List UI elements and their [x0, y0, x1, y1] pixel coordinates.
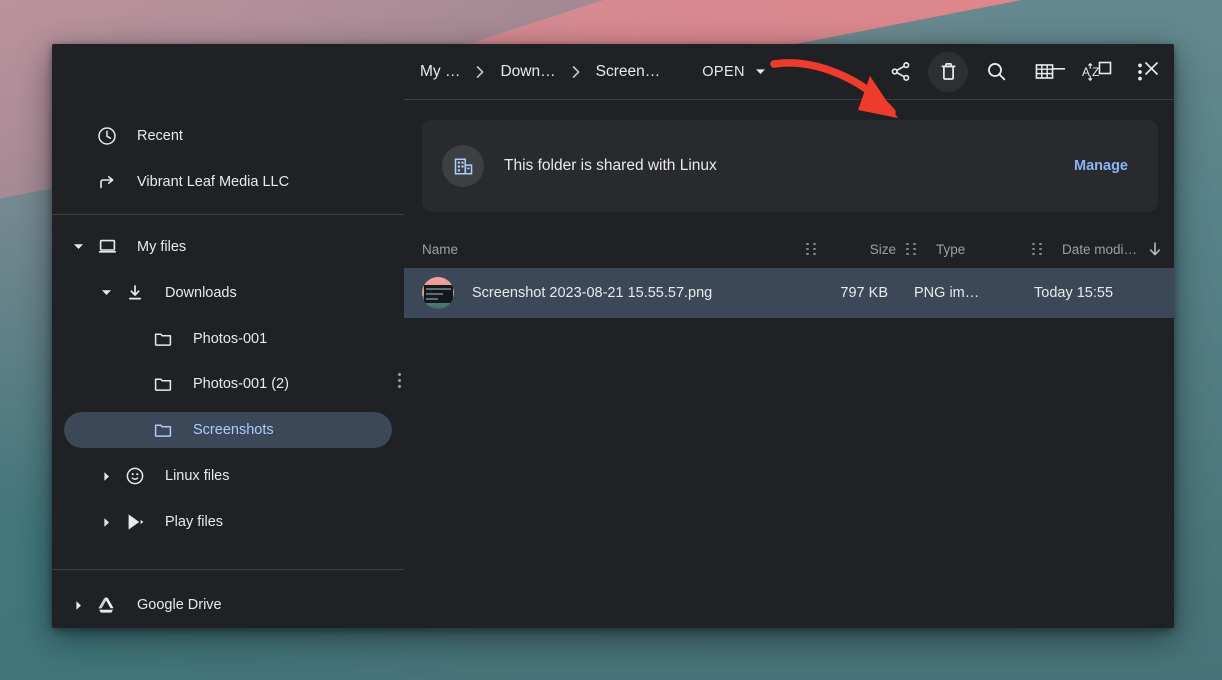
twisty-downloads[interactable] [92, 287, 120, 298]
sort-az-icon: A Z [1081, 63, 1099, 81]
grid-view-button[interactable] [1024, 52, 1064, 92]
sidebar-divider-top [52, 213, 404, 215]
sidebar-item-label: Downloads [165, 284, 237, 301]
google-drive-icon [92, 595, 122, 616]
twisty-google-drive[interactable] [64, 600, 92, 611]
sort-direction-indicator[interactable] [1142, 241, 1168, 257]
shared-arrow-icon [92, 172, 122, 192]
table-row[interactable]: Screenshot 2023-08-21 15.55.57.png 797 K… [404, 268, 1174, 318]
file-meta-cells: 797 KB PNG im… Today 15:55 [788, 285, 1168, 301]
breadcrumb-item-downloads[interactable]: Down… [492, 57, 563, 87]
column-header-date-modified[interactable]: Date modi… [1048, 242, 1142, 257]
sidebar-item-photos-001[interactable]: Photos-001 [64, 321, 392, 357]
enterprise-building-icon [442, 145, 484, 187]
folder-icon [148, 420, 178, 440]
grid-view-icon [1035, 64, 1053, 79]
file-name-cell: Screenshot 2023-08-21 15.55.57.png [472, 285, 713, 301]
file-thumbnail [422, 277, 454, 309]
more-options-button[interactable] [1120, 52, 1160, 92]
column-resize-handle-type[interactable] [1026, 242, 1048, 256]
open-button-label: OPEN [702, 63, 745, 80]
chevron-right-icon [103, 471, 109, 481]
chevron-down-icon [73, 244, 83, 250]
column-header-name[interactable]: Name [422, 242, 800, 257]
toolbar: My … Down… Screen… OPEN A Z [404, 44, 1174, 100]
chevron-right-icon [572, 65, 580, 78]
more-vert-icon [1138, 63, 1142, 80]
sidebar-item-vibrant-leaf-media[interactable]: Vibrant Leaf Media LLC [64, 164, 392, 200]
toolbar-icon-group: A Z [880, 51, 1166, 92]
sidebar-item-label: Google Drive [137, 597, 222, 614]
drag-dots-icon [906, 242, 916, 256]
clock-icon [92, 126, 122, 146]
sort-button[interactable]: A Z [1072, 52, 1112, 92]
arrow-down-icon [1149, 242, 1161, 256]
sidebar-item-label: My files [137, 238, 187, 255]
window-body: Recent Vibrant Leaf Media LLC My files D… [52, 51, 1174, 628]
file-size-cell: 797 KB [840, 285, 888, 301]
breadcrumb-item-screenshots[interactable]: Screen… [588, 57, 669, 87]
sidebar-item-my-files[interactable]: My files [64, 229, 392, 265]
sidebar-item-label: Photos-001 (2) [193, 376, 289, 393]
twisty-linux-files[interactable] [92, 471, 120, 482]
svg-text:A: A [1081, 65, 1089, 79]
folder-icon [148, 374, 178, 394]
breadcrumb-separator [468, 65, 492, 79]
chevron-down-icon [755, 69, 765, 74]
drag-dots-icon [1032, 242, 1042, 256]
chevron-right-icon [75, 600, 81, 610]
open-button[interactable]: OPEN [690, 57, 778, 87]
sidebar-item-label: Play files [165, 514, 224, 531]
column-resize-handle-name[interactable] [800, 242, 822, 256]
search-icon [987, 63, 1005, 81]
files-app-window: Recent Vibrant Leaf Media LLC My files D… [52, 44, 1174, 628]
column-resize-handle-size[interactable] [900, 242, 922, 256]
sidebar-item-google-drive[interactable]: Google Drive [64, 587, 392, 623]
sidebar-item-label: Screenshots [193, 422, 274, 439]
drag-dots-icon [806, 242, 816, 256]
play-store-icon [120, 512, 150, 532]
sidebar-item-downloads[interactable]: Downloads [64, 275, 392, 311]
sidebar-divider-bottom [52, 569, 404, 571]
manage-link[interactable]: Manage [1064, 150, 1138, 182]
breadcrumb: My … Down… Screen… [412, 57, 668, 87]
sidebar-item-photos-001-2[interactable]: Photos-001 (2) [64, 367, 392, 403]
search-button[interactable] [976, 52, 1016, 92]
column-header-size[interactable]: Size [822, 242, 900, 257]
sidebar-item-play-files[interactable]: Play files [64, 504, 392, 540]
breadcrumb-item-my-files[interactable]: My … [412, 57, 468, 87]
sidebar-item-screenshots[interactable]: Screenshots [64, 412, 392, 449]
sidebar-item-linux-files[interactable]: Linux files [64, 458, 392, 494]
folder-icon [148, 329, 178, 349]
linux-penguin-icon [120, 466, 150, 486]
twisty-my-files[interactable] [64, 241, 92, 252]
sidebar-item-label: Vibrant Leaf Media LLC [137, 173, 290, 190]
banner-message: This folder is shared with Linux [504, 157, 717, 174]
sidebar: Recent Vibrant Leaf Media LLC My files D… [52, 92, 410, 628]
breadcrumb-separator [564, 65, 588, 79]
file-list-header: Name Size Type Date modi… [404, 230, 1174, 268]
column-header-type[interactable]: Type [922, 242, 1026, 257]
svg-text:Z: Z [1092, 65, 1099, 79]
sidebar-item-label: Photos-001 [193, 330, 268, 347]
chevron-right-icon [477, 65, 484, 78]
chevron-down-icon [101, 290, 111, 296]
chevron-right-icon [103, 517, 109, 527]
download-icon [120, 283, 150, 303]
sidebar-item-label: Recent [137, 127, 183, 144]
move-to-trash-button[interactable] [928, 51, 968, 92]
content-area: This folder is shared with Linux Manage … [404, 100, 1174, 628]
shared-with-linux-banner: This folder is shared with Linux Manage [422, 120, 1158, 212]
file-type-cell: PNG im… [914, 285, 980, 301]
share-button[interactable] [880, 52, 920, 92]
trash-icon [941, 62, 955, 80]
sidebar-item-label: Linux files [165, 468, 230, 485]
twisty-play-files[interactable] [92, 517, 120, 528]
file-list: Name Size Type Date modi… Screenshot 202… [404, 230, 1174, 318]
file-date-cell: Today 15:55 [1034, 285, 1114, 301]
sidebar-item-recent[interactable]: Recent [64, 118, 392, 154]
laptop-icon [92, 236, 122, 257]
share-icon [891, 62, 909, 81]
main-panel: My … Down… Screen… OPEN A Z This folder … [404, 51, 1174, 628]
